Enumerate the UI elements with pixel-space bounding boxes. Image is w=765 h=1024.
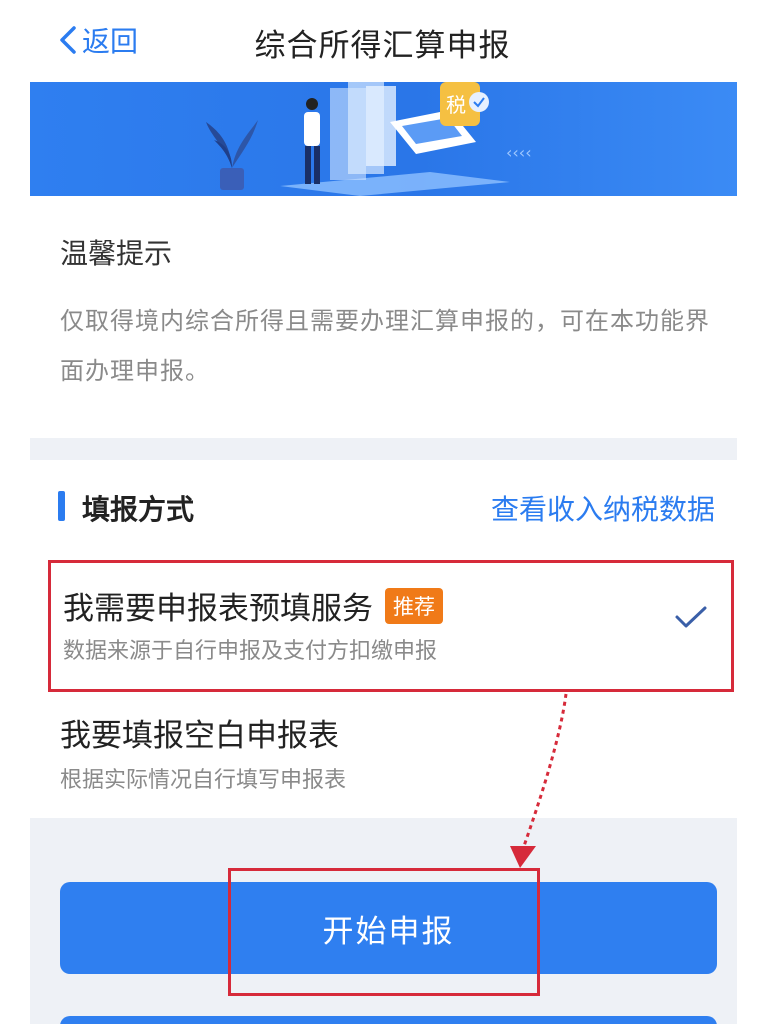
option-prefill-service[interactable]: 我需要申报表预填服务 推荐 数据来源于自行申报及支付方扣缴申报	[48, 560, 734, 692]
recommended-badge: 推荐	[385, 587, 443, 624]
tip-text: 仅取得境内综合所得且需要办理汇算申报的，可在本功能界面办理申报。	[60, 307, 710, 385]
section-divider	[30, 438, 737, 460]
option-title-text: 我要填报空白申报表	[60, 718, 339, 754]
page-title: 综合所得汇算申报	[254, 28, 511, 64]
tax-badge-label: 税	[446, 93, 466, 117]
tax-filing-illustration: 税 ‹‹‹‹	[206, 82, 532, 196]
next-button-edge	[60, 1016, 717, 1024]
checkmark-icon	[675, 606, 707, 628]
tip-title: 温馨提示	[60, 237, 173, 270]
option-blank-form[interactable]: 我要填报空白申报表 根据实际情况自行填写申报表	[48, 700, 734, 810]
option-title: 我要填报空白申报表	[60, 710, 339, 755]
option-subtitle: 根据实际情况自行填写申报表	[60, 768, 347, 793]
section-title: 填报方式	[82, 493, 195, 526]
option-title-text: 我需要申报表预填服务	[63, 591, 373, 627]
option-subtitle: 数据来源于自行申报及支付方扣缴申报	[63, 639, 438, 664]
view-income-tax-data-link[interactable]: 查看收入纳税数据	[491, 488, 715, 528]
option-title: 我需要申报表预填服务 推荐	[63, 583, 443, 628]
svg-text:‹‹‹‹: ‹‹‹‹	[506, 143, 532, 162]
start-filing-button[interactable]: 开始申报	[60, 882, 717, 974]
header-bar: 返回 综合所得汇算申报	[0, 0, 765, 80]
section-accent-bar	[58, 491, 65, 521]
banner-illustration: 税 ‹‹‹‹	[30, 82, 737, 196]
